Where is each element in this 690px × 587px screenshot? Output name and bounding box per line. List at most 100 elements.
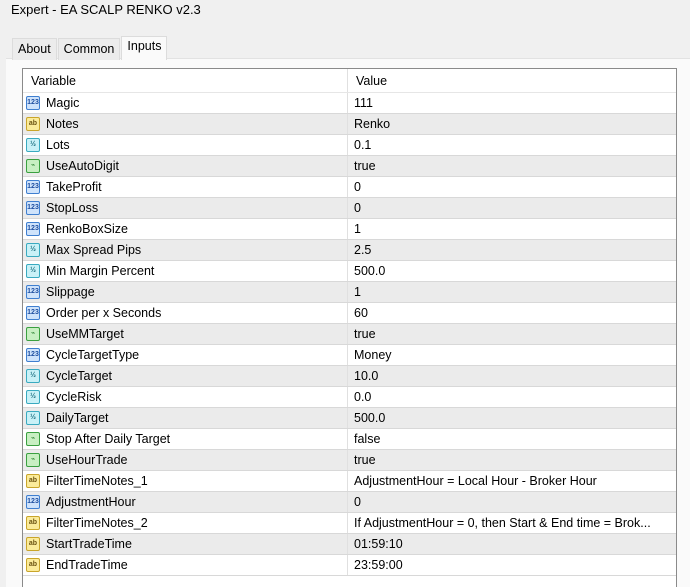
table-row[interactable]: 123 Slippage 1 — [23, 282, 676, 303]
variable-cell: 123 RenkoBoxSize — [23, 219, 348, 239]
value-cell[interactable]: true — [348, 450, 676, 470]
table-row[interactable]: ½ Min Margin Percent 500.0 — [23, 261, 676, 282]
table-row[interactable]: ab EndTradeTime 23:59:00 — [23, 555, 676, 576]
value-cell[interactable]: 111 — [348, 93, 676, 113]
value-cell[interactable]: Renko — [348, 114, 676, 134]
column-header-variable[interactable]: Variable — [23, 69, 348, 92]
variable-cell: ½ CycleRisk — [23, 387, 348, 407]
variable-cell: ½ Max Spread Pips — [23, 240, 348, 260]
value-cell[interactable]: 2.5 — [348, 240, 676, 260]
variable-name: TakeProfit — [46, 180, 102, 194]
value-cell[interactable]: 0.1 — [348, 135, 676, 155]
double-type-icon: ½ — [26, 369, 40, 383]
value-cell[interactable]: 1 — [348, 282, 676, 302]
table-row[interactable]: 123 CycleTargetType Money — [23, 345, 676, 366]
variable-name: CycleTarget — [46, 369, 112, 383]
table-body: 123 Magic 111 ab Notes Renko ½ Lots 0.1 ⌁ UseAutoD… — [23, 93, 676, 576]
table-row[interactable]: ½ Lots 0.1 — [23, 135, 676, 156]
table-row[interactable]: ⌁ UseAutoDigit true — [23, 156, 676, 177]
variable-name: Magic — [46, 96, 80, 110]
table-row[interactable]: 123 Order per x Seconds 60 — [23, 303, 676, 324]
table-row[interactable]: 123 AdjustmentHour 0 — [23, 492, 676, 513]
value-cell[interactable]: false — [348, 429, 676, 449]
variable-name: DailyTarget — [46, 411, 109, 425]
variable-cell: ½ CycleTarget — [23, 366, 348, 386]
integer-type-icon: 123 — [26, 96, 40, 110]
value-cell[interactable]: 23:59:00 — [348, 555, 676, 575]
value-cell[interactable]: 0 — [348, 198, 676, 218]
table-header: Variable Value — [23, 69, 676, 93]
variable-name: StartTradeTime — [46, 537, 132, 551]
variable-cell: ab FilterTimeNotes_2 — [23, 513, 348, 533]
table-row[interactable]: ab StartTradeTime 01:59:10 — [23, 534, 676, 555]
variable-name: AdjustmentHour — [46, 495, 136, 509]
double-type-icon: ½ — [26, 411, 40, 425]
value-cell[interactable]: true — [348, 156, 676, 176]
boolean-type-icon: ⌁ — [26, 453, 40, 467]
value-cell[interactable]: true — [348, 324, 676, 344]
variable-name: Max Spread Pips — [46, 243, 142, 257]
variable-cell: 123 AdjustmentHour — [23, 492, 348, 512]
variable-name: UseAutoDigit — [46, 159, 119, 173]
value-cell[interactable]: 60 — [348, 303, 676, 323]
string-type-icon: ab — [26, 117, 40, 131]
table-row[interactable]: 123 StopLoss 0 — [23, 198, 676, 219]
table-row[interactable]: ⌁ UseMMTarget true — [23, 324, 676, 345]
value-cell[interactable]: If AdjustmentHour = 0, then Start & End … — [348, 513, 676, 533]
value-cell[interactable]: 0 — [348, 177, 676, 197]
table-row[interactable]: ½ Max Spread Pips 2.5 — [23, 240, 676, 261]
column-header-value[interactable]: Value — [348, 69, 676, 92]
integer-type-icon: 123 — [26, 495, 40, 509]
value-cell[interactable]: 500.0 — [348, 408, 676, 428]
table-row[interactable]: ½ CycleTarget 10.0 — [23, 366, 676, 387]
integer-type-icon: 123 — [26, 348, 40, 362]
value-cell[interactable]: 1 — [348, 219, 676, 239]
table-row[interactable]: ⌁ UseHourTrade true — [23, 450, 676, 471]
variable-cell: ab Notes — [23, 114, 348, 134]
window-title: Expert - EA SCALP RENKO v2.3 — [0, 0, 690, 30]
table-row[interactable]: 123 Magic 111 — [23, 93, 676, 114]
table-row[interactable]: ½ DailyTarget 500.0 — [23, 408, 676, 429]
tab-strip: About Common Inputs — [12, 36, 168, 60]
double-type-icon: ½ — [26, 138, 40, 152]
table-row[interactable]: ab FilterTimeNotes_2 If AdjustmentHour = 0… — [23, 513, 676, 534]
value-cell[interactable]: Money — [348, 345, 676, 365]
value-cell[interactable]: AdjustmentHour = Local Hour - Broker Hou… — [348, 471, 676, 491]
variable-cell: 123 Order per x Seconds — [23, 303, 348, 323]
tab-about[interactable]: About — [12, 38, 57, 60]
boolean-type-icon: ⌁ — [26, 327, 40, 341]
variable-name: UseHourTrade — [46, 453, 128, 467]
value-cell[interactable]: 10.0 — [348, 366, 676, 386]
table-row[interactable]: ⌁ Stop After Daily Target false — [23, 429, 676, 450]
tab-common[interactable]: Common — [57, 38, 121, 60]
variable-cell: ⌁ UseHourTrade — [23, 450, 348, 470]
value-cell[interactable]: 500.0 — [348, 261, 676, 281]
integer-type-icon: 123 — [26, 285, 40, 299]
variable-cell: 123 Magic — [23, 93, 348, 113]
double-type-icon: ½ — [26, 243, 40, 257]
value-cell[interactable]: 01:59:10 — [348, 534, 676, 554]
table-row[interactable]: ½ CycleRisk 0.0 — [23, 387, 676, 408]
string-type-icon: ab — [26, 558, 40, 572]
variable-cell: ab FilterTimeNotes_1 — [23, 471, 348, 491]
string-type-icon: ab — [26, 516, 40, 530]
table-row[interactable]: ab Notes Renko — [23, 114, 676, 135]
variable-name: CycleRisk — [46, 390, 102, 404]
variable-cell: ⌁ Stop After Daily Target — [23, 429, 348, 449]
tab-inputs[interactable]: Inputs — [121, 36, 168, 60]
variable-name: Slippage — [46, 285, 95, 299]
double-type-icon: ½ — [26, 264, 40, 278]
table-row[interactable]: 123 TakeProfit 0 — [23, 177, 676, 198]
table-row[interactable]: 123 RenkoBoxSize 1 — [23, 219, 676, 240]
value-cell[interactable]: 0.0 — [348, 387, 676, 407]
variable-name: FilterTimeNotes_2 — [46, 516, 148, 530]
value-cell[interactable]: 0 — [348, 492, 676, 512]
variable-cell: ab StartTradeTime — [23, 534, 348, 554]
string-type-icon: ab — [26, 474, 40, 488]
variable-name: UseMMTarget — [46, 327, 124, 341]
table-row[interactable]: ab FilterTimeNotes_1 AdjustmentHour = Loca… — [23, 471, 676, 492]
integer-type-icon: 123 — [26, 222, 40, 236]
integer-type-icon: 123 — [26, 201, 40, 215]
variable-name: CycleTargetType — [46, 348, 140, 362]
variable-name: FilterTimeNotes_1 — [46, 474, 148, 488]
